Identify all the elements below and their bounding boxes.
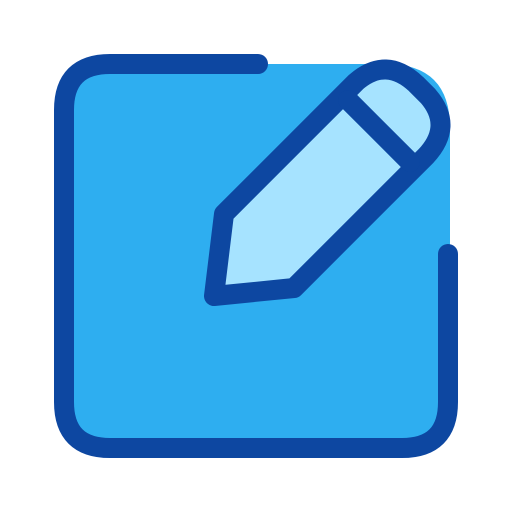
edit-icon-canvas: [0, 0, 512, 512]
edit-icon: [54, 54, 458, 458]
